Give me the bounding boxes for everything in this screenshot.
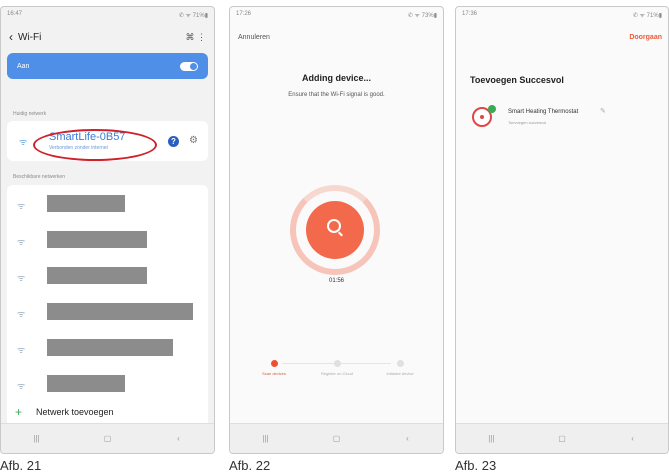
android-nav-bar: ||| ▢ ‹ <box>230 423 443 453</box>
back-icon[interactable]: ‹ <box>9 30 13 44</box>
status-icons: ✆ ᯤ 71%▮ <box>632 13 662 19</box>
wifi-toggle-bar[interactable]: Aan <box>7 53 208 79</box>
list-item[interactable]: ᯤ <box>7 333 208 363</box>
recent-apps-button[interactable]: ||| <box>17 434 57 443</box>
success-badge-icon <box>488 105 496 113</box>
step-register: Register on Cloud <box>317 360 357 376</box>
recent-apps-button[interactable]: ||| <box>246 434 286 443</box>
available-networks-list: ᯤ ᯤ ᯤ ᯤ ᯤ ᯤ <box>7 185 208 440</box>
list-item[interactable]: ᯤ <box>7 225 208 255</box>
device-name: Smart Heating Thermostat <box>508 109 579 115</box>
device-status: Toevoegen succesvol <box>508 120 547 125</box>
step-scan: Scan devices <box>254 360 294 376</box>
add-success-screen: 17:36 ✆ ᯤ 71%▮ Doorgaan Toevoegen Succes… <box>455 6 669 454</box>
home-button[interactable]: ▢ <box>88 434 128 443</box>
available-networks-label: Beschikbare netwerken <box>13 174 65 180</box>
step-label: Scan devices <box>262 371 286 376</box>
add-network-button[interactable]: + Netwerk toevoegen <box>15 405 114 419</box>
edit-icon[interactable]: ✎ <box>600 107 606 115</box>
wifi-icon: ᯤ <box>17 345 26 355</box>
status-icons: ✆ ᯤ 73%▮ <box>407 13 437 19</box>
status-time: 17:26 <box>236 11 252 17</box>
wifi-settings-screen: 16:47 ✆ ᯤ 71%▮ ‹ Wi-Fi ⌘ ⋮ Aan Huidig ne… <box>0 6 215 454</box>
back-button[interactable]: ‹ <box>613 434 653 443</box>
page-title: Wi-Fi <box>18 31 42 43</box>
highlight-ellipse <box>33 129 157 161</box>
list-item[interactable]: ᯤ <box>7 261 208 291</box>
wifi-icon: ᯤ <box>17 381 26 391</box>
wifi-icon: ᯤ <box>17 309 26 319</box>
progress-steps: Scan devices Register on Cloud Initializ… <box>254 360 419 390</box>
home-button[interactable]: ▢ <box>317 434 357 443</box>
adding-device-screen: 17:26 ✆ ᯤ 73%▮ Annuleren Adding device..… <box>229 6 444 454</box>
plus-icon: + <box>15 405 23 419</box>
step-label: Initialize device <box>386 371 414 376</box>
add-network-label: Netwerk toevoegen <box>36 407 114 417</box>
search-icon <box>327 219 341 233</box>
recent-apps-button[interactable]: ||| <box>471 434 511 443</box>
page-title: Toevoegen Succesvol <box>470 75 564 85</box>
home-button[interactable]: ▢ <box>542 434 582 443</box>
list-item[interactable]: ᯤ <box>7 369 208 399</box>
wifi-icon: ᯤ <box>17 201 26 211</box>
status-time: 16:47 <box>7 11 23 17</box>
status-time: 17:36 <box>462 11 478 17</box>
redacted-network-name <box>47 267 147 284</box>
step-dot <box>333 360 341 367</box>
header-menu-icons[interactable]: ⌘ ⋮ <box>185 32 206 43</box>
redacted-network-name <box>47 339 173 356</box>
step-dot <box>396 360 404 367</box>
current-network-label: Huidig netwerk <box>13 111 47 117</box>
status-icons: ✆ ᯤ 71%▮ <box>178 13 208 19</box>
gear-icon[interactable]: ⚙ <box>189 135 198 146</box>
page-subtitle: Ensure that the Wi-Fi signal is good. <box>288 92 385 98</box>
list-item[interactable]: ᯤ <box>7 189 208 219</box>
wifi-icon: ᯤ <box>17 237 26 247</box>
redacted-network-name <box>47 195 125 212</box>
back-button[interactable]: ‹ <box>388 434 428 443</box>
back-button[interactable]: ‹ <box>159 434 199 443</box>
countdown-timer: 01:56 <box>328 278 344 284</box>
redacted-network-name <box>47 303 193 320</box>
status-bar: 17:26 ✆ ᯤ 73%▮ <box>230 7 443 23</box>
list-item[interactable]: ᯤ <box>7 297 208 327</box>
status-bar: 16:47 ✆ ᯤ 71%▮ <box>1 7 214 23</box>
step-dot <box>270 360 278 367</box>
info-icon[interactable]: ? <box>168 136 179 147</box>
step-label: Register on Cloud <box>320 371 354 376</box>
wifi-icon: ᯤ <box>19 137 28 147</box>
status-bar: 17:36 ✆ ᯤ 71%▮ <box>456 7 668 23</box>
page-title: Adding device... <box>301 73 371 83</box>
figure-caption: Afb. 21 <box>0 458 42 473</box>
figure-caption: Afb. 23 <box>455 458 497 473</box>
android-nav-bar: ||| ▢ ‹ <box>456 423 668 453</box>
continue-button[interactable]: Doorgaan <box>629 34 662 41</box>
android-nav-bar: ||| ▢ ‹ <box>1 423 214 453</box>
wifi-icon: ᯤ <box>17 273 26 283</box>
redacted-network-name <box>47 375 125 392</box>
cancel-button[interactable]: Annuleren <box>238 34 270 41</box>
wifi-header: ‹ Wi-Fi ⌘ ⋮ <box>9 27 206 47</box>
figure-caption: Afb. 22 <box>229 458 271 473</box>
wifi-toggle-switch[interactable] <box>180 61 198 71</box>
step-initialize: Initialize device <box>380 360 420 376</box>
redacted-network-name <box>47 231 147 248</box>
wifi-on-label: Aan <box>17 62 30 70</box>
